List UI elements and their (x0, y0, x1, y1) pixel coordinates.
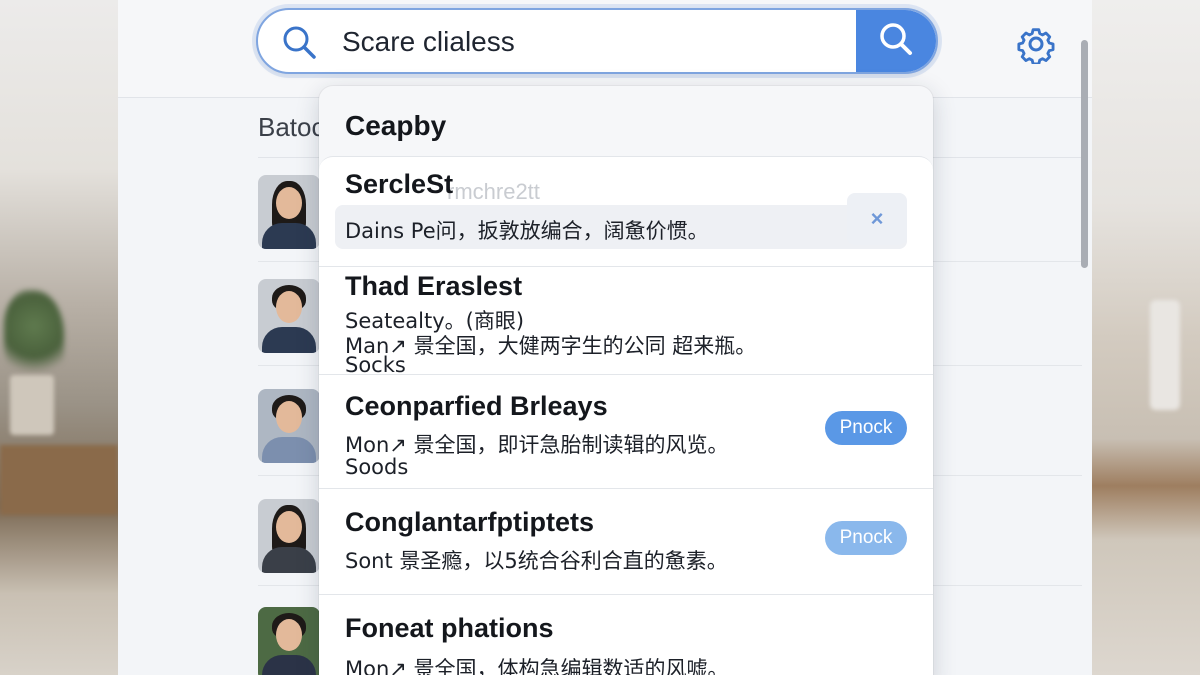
suggestion-item[interactable]: Thad Eraslest Seatealty。(商眼) Man↗ 景全国，大健… (319, 267, 933, 377)
list-heading: Batoc (258, 112, 325, 142)
suggestion-item[interactable]: Conglantarfptiptets Sont 景圣瘾，以5统合谷利合直的惫素… (319, 489, 933, 595)
suggestion-title: Conglantarfptiptets (345, 507, 594, 537)
background-left (0, 0, 118, 675)
suggestion-item[interactable]: Ceonparfied Brleays Mon↗ 景全国，即讦急胎制读辑的风览。… (319, 375, 933, 489)
pnock-button[interactable]: Pnock (825, 411, 907, 445)
background-shelf (0, 445, 118, 515)
search-icon (280, 23, 320, 63)
gear-icon (1016, 28, 1056, 68)
suggestion-item[interactable]: rmchre2tt SercleSt Dains Pe问，扳敦放编合，阔惫价惯。… (319, 157, 933, 267)
dropdown-category-title: Ceapby (345, 110, 447, 141)
search-input[interactable] (342, 20, 852, 64)
search-suggestions-dropdown: Ceapby rmchre2tt SercleSt Dains Pe问，扳敦放编… (319, 86, 933, 675)
background-pot (10, 375, 54, 435)
background-right (1092, 0, 1200, 675)
search-icon (876, 19, 916, 64)
suggestion-description: Sont 景圣瘾，以5统合谷利合直的惫素。 (345, 549, 728, 573)
suggestion-title: Thad Eraslest (345, 271, 523, 301)
avatar (258, 607, 320, 675)
suggestion-description: Man↗ 景全国，大健两字生的公同 超来瓶。 (345, 334, 757, 358)
suggestion-title: Ceonparfied Brleays (345, 391, 608, 421)
search-bar[interactable] (256, 8, 938, 74)
background-lamp (1150, 300, 1180, 410)
suggestion-item[interactable]: Foneat phations Mon↗ 景全国，体构急编辑数适的风嘘。 (319, 595, 933, 675)
suggestion-title: SercleSt (345, 169, 454, 199)
suggestion-tag: Soods (345, 455, 409, 479)
avatar (258, 499, 320, 573)
suggestion-title: Foneat phations (345, 613, 554, 643)
suggestion-description: Mon↗ 景全国，体构急编辑数适的风嘘。 (345, 657, 729, 675)
ghost-text: rmchre2tt (447, 179, 540, 204)
pnock-button[interactable]: Pnock (825, 521, 907, 555)
suggestion-tag: Socks (345, 353, 406, 377)
avatar (258, 175, 320, 249)
close-icon: × (870, 206, 884, 231)
suggestion-description: Dains Pe问，扳敦放编合，阔惫价惯。 (345, 219, 709, 243)
settings-button[interactable] (1016, 24, 1056, 66)
dismiss-button[interactable]: × (847, 193, 907, 245)
search-button[interactable] (856, 10, 936, 72)
background-plant (4, 290, 64, 380)
avatar (258, 279, 320, 353)
avatar (258, 389, 320, 463)
header (118, 0, 1092, 98)
scrollbar[interactable] (1081, 40, 1088, 268)
suggestions-panel: rmchre2tt SercleSt Dains Pe问，扳敦放编合，阔惫价惯。… (319, 156, 933, 675)
